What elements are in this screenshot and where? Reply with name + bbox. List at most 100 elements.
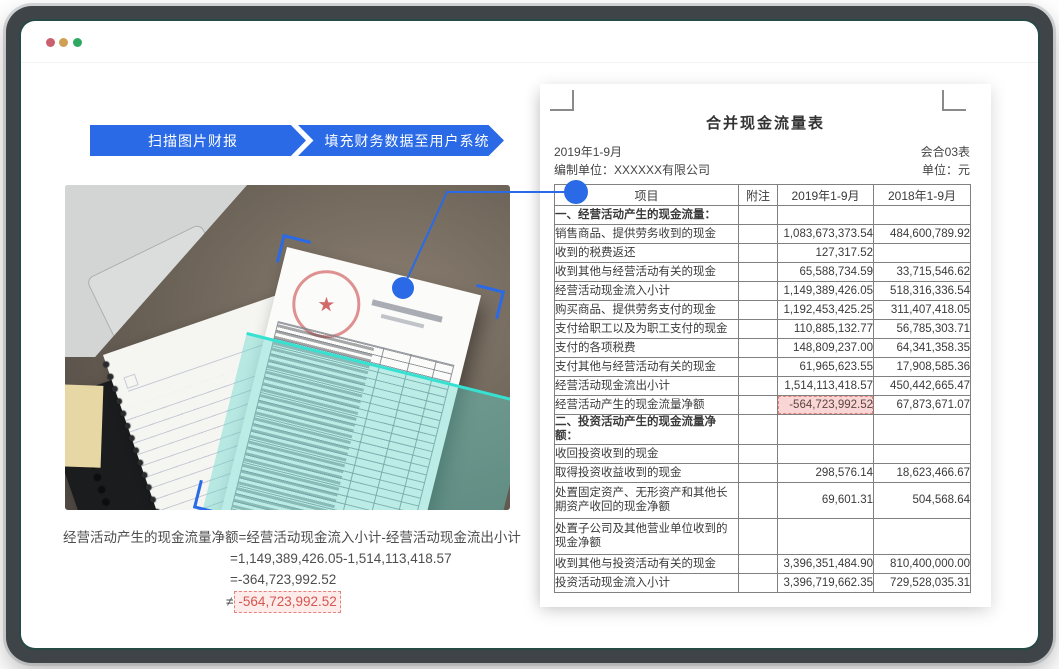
table-cell: 支付给职工以及为职工支付的现金	[555, 320, 739, 339]
table-cell: 64,341,358.35	[874, 339, 971, 358]
table-cell: 56,785,303.71	[874, 320, 971, 339]
table-row: 收到其他与经营活动有关的现金65,588,734.5933,715,546.62	[555, 263, 971, 282]
report-prepared-by: 编制单位：XXXXXX有限公司	[554, 161, 710, 178]
not-equal-sign: ≠	[226, 592, 233, 612]
table-row: 经营活动现金流出小计 1,514,113,418.57450,442,665.47	[555, 377, 971, 396]
table-cell: 65,588,734.59	[778, 263, 874, 282]
table-cell	[739, 573, 778, 592]
table-cell	[739, 415, 778, 445]
doc-title-placeholder	[371, 299, 442, 322]
table-cell: 18,623,466.67	[874, 463, 971, 482]
table-cell: 处置子公司及其他营业单位收到的现金净额	[555, 518, 739, 554]
table-cell	[739, 554, 778, 573]
table-cell: 收到其他与投资活动有关的现金	[555, 554, 739, 573]
crop-mark-left-icon	[550, 90, 574, 111]
table-cell: 148,809,237.00	[778, 339, 874, 358]
table-cell: 收到的税费返还	[555, 244, 739, 263]
table-cell	[739, 463, 778, 482]
titlebar-divider	[21, 62, 1038, 63]
table-row: 销售商品、提供劳务收到的现金1,083,673,373.54484,600,78…	[555, 225, 971, 244]
table-cell	[874, 415, 971, 445]
table-cell	[874, 206, 971, 225]
report-table-body: 一、经营活动产生的现金流量：销售商品、提供劳务收到的现金 1,083,673,37…	[555, 206, 971, 593]
table-cell	[739, 263, 778, 282]
table-cell: -564,723,992.52	[778, 396, 874, 415]
report-unit: 单位：元	[922, 161, 970, 178]
table-cell: 3,396,719,662.35	[778, 573, 874, 592]
table-header-row: 项目附注2019年1-9月2018年1-9月	[555, 185, 971, 206]
table-cell: 17,908,585.36	[874, 358, 971, 377]
table-cell: 销售商品、提供劳务收到的现金	[555, 225, 739, 244]
table-cell	[874, 244, 971, 263]
table-cell	[739, 301, 778, 320]
table-cell: 298,576.14	[778, 463, 874, 482]
formula-line-4: ≠ -564,723,992.52	[226, 591, 341, 613]
table-row: 支付其他与经营活动有关的现金61,965,623.5517,908,585.36	[555, 358, 971, 377]
traffic-light-minimize-button[interactable]	[59, 38, 68, 47]
formula-line-1: 经营活动产生的现金流量净额=经营活动现金流入小计-经营活动现金流出小计	[63, 528, 521, 548]
table-cell: 收到其他与经营活动有关的现金	[555, 263, 739, 282]
table-row: 收回投资收到的现金	[555, 444, 971, 463]
table-cell	[739, 377, 778, 396]
window-frame: 扫描图片财报 填充财务数据至用户系统 ★	[6, 6, 1053, 663]
table-cell	[874, 444, 971, 463]
column-header: 2018年1-9月	[874, 185, 971, 206]
table-row: 经营活动产生的现金流量净额 -564,723,992.5267,873,671.0…	[555, 396, 971, 415]
report-period: 2019年1-9月	[554, 143, 622, 160]
table-cell	[739, 225, 778, 244]
table-cell: 1,149,389,426.05	[778, 282, 874, 301]
table-cell	[778, 206, 874, 225]
table-cell	[739, 358, 778, 377]
table-cell: 69,601.31	[778, 482, 874, 518]
table-cell	[778, 444, 874, 463]
table-cell: 504,568.64	[874, 482, 971, 518]
table-row: 取得投资收益收到的现金298,576.1418,623,466.67	[555, 463, 971, 482]
traffic-light-zoom-button[interactable]	[73, 38, 82, 47]
traffic-light-close-button[interactable]	[46, 38, 55, 47]
table-cell: 127,317.52	[778, 244, 874, 263]
table-cell	[739, 320, 778, 339]
report-title: 合并现金流量表	[540, 112, 991, 133]
table-row: 收到的税费返还 127,317.52	[555, 244, 971, 263]
table-cell: 经营活动现金流出小计	[555, 377, 739, 396]
table-cell: 收回投资收到的现金	[555, 444, 739, 463]
table-cell: 729,528,035.31	[874, 573, 971, 592]
table-cell: 311,407,418.05	[874, 301, 971, 320]
report-sheet: 合并现金流量表 2019年1-9月 会合03表 编制单位：XXXXXX有限公司 …	[540, 84, 991, 607]
table-cell: 1,192,453,425.25	[778, 301, 874, 320]
column-header: 项目	[555, 185, 739, 206]
table-row: 支付给职工以及为职工支付的现金 110,885,132.7756,785,303.…	[555, 320, 971, 339]
table-cell: 3,396,351,484.90	[778, 554, 874, 573]
window-content: 扫描图片财报 填充财务数据至用户系统 ★	[21, 21, 1038, 648]
table-cell: 110,885,132.77	[778, 320, 874, 339]
table-cell: 一、经营活动产生的现金流量：	[555, 206, 739, 225]
table-cell	[874, 518, 971, 554]
table-cell: 处置固定资产、无形资产和其他长期资产收回的现金净额	[555, 482, 739, 518]
table-cell: 450,442,665.47	[874, 377, 971, 396]
table-row: 购买商品、提供劳务支付的现金1,192,453,425.25311,407,41…	[555, 301, 971, 320]
table-cell: 投资活动现金流入小计	[555, 573, 739, 592]
table-cell	[739, 244, 778, 263]
table-cell	[778, 415, 874, 445]
report-meta-row-1: 2019年1-9月 会合03表	[554, 143, 970, 160]
cash-flow-table: 项目附注2019年1-9月2018年1-9月 一、经营活动产生的现金流量：销售商…	[554, 184, 971, 593]
table-row: 处置子公司及其他营业单位收到的现金净额	[555, 518, 971, 554]
table-cell	[739, 396, 778, 415]
table-row: 处置固定资产、无形资产和其他长期资产收回的现金净额 69,601.31504,56…	[555, 482, 971, 518]
flow-step-fill: 填充财务数据至用户系统	[298, 125, 504, 156]
table-cell	[739, 282, 778, 301]
report-meta-row-2: 编制单位：XXXXXX有限公司 单位：元	[554, 161, 970, 178]
table-cell	[778, 518, 874, 554]
flow-step-fill-label: 填充财务数据至用户系统	[325, 131, 490, 151]
table-cell: 61,965,623.55	[778, 358, 874, 377]
table-cell: 810,400,000.00	[874, 554, 971, 573]
table-row: 二、投资活动产生的现金流量净额：	[555, 415, 971, 445]
table-cell	[739, 518, 778, 554]
table-cell: 1,514,113,418.57	[778, 377, 874, 396]
table-cell: 支付的各项税费	[555, 339, 739, 358]
table-cell: 67,873,671.07	[874, 396, 971, 415]
column-header: 附注	[739, 185, 778, 206]
table-cell: 1,083,673,373.54	[778, 225, 874, 244]
sticky-note	[65, 384, 103, 468]
table-cell: 经营活动产生的现金流量净额	[555, 396, 739, 415]
